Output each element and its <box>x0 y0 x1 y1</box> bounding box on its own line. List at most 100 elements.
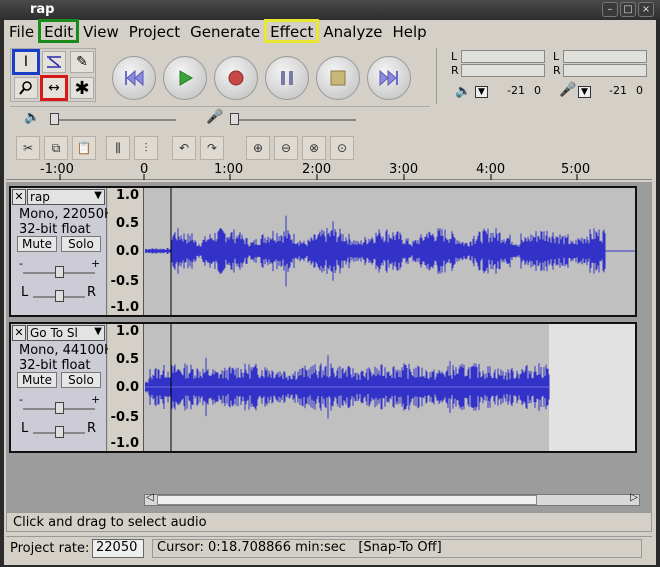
tools-toolbar: I ✎ ↔ ✱ <box>10 48 96 102</box>
horizontal-scrollbar[interactable]: ◁ ▷ <box>144 492 640 506</box>
pan-slider-thumb[interactable] <box>55 290 64 302</box>
selection-tool-icon[interactable]: I <box>12 49 40 75</box>
envelope-tool-icon[interactable] <box>42 51 66 73</box>
input-volume-thumb[interactable] <box>230 113 239 125</box>
selection-bar: Project rate: 22050 Cursor: 0:18.708866 … <box>6 536 652 560</box>
track-name-dropdown[interactable]: rap ▼ <box>27 189 105 205</box>
play-icon <box>179 70 193 86</box>
menu-project[interactable]: Project <box>124 20 185 42</box>
skip-to-end-button[interactable] <box>367 56 411 100</box>
mute-button[interactable]: Mute <box>17 372 57 388</box>
zoom-tool-icon[interactable] <box>14 77 38 99</box>
status-hint: Click and drag to select audio <box>6 512 652 532</box>
track-rate: Mono, 44100Hz <box>19 343 121 358</box>
output-volume-thumb[interactable] <box>50 113 59 125</box>
copy-icon[interactable]: ⧉ <box>44 136 68 160</box>
silence-icon[interactable]: ⫶ <box>134 136 158 160</box>
record-icon <box>228 70 244 86</box>
menu-analyze[interactable]: Analyze <box>318 20 387 42</box>
track-control-panel: ✕ rap ▼ Mono, 22050Hz 32-bit float Mute S… <box>11 188 121 315</box>
rec-meter-L: L <box>553 50 560 63</box>
output-volume-slider[interactable] <box>52 119 176 121</box>
play-meter-right-bar <box>461 64 545 77</box>
menu-help[interactable]: Help <box>387 20 431 42</box>
draw-tool-icon[interactable]: ✎ <box>70 51 94 73</box>
menu-edit[interactable]: Edit <box>38 19 80 43</box>
scroll-left-icon[interactable]: ◁ <box>146 492 154 503</box>
skip-to-start-button[interactable] <box>112 56 156 100</box>
menu-effect[interactable]: Effect <box>264 19 320 43</box>
play-button[interactable] <box>163 56 207 100</box>
vertical-ruler: 1.0 0.5 0.0 -0.5 -1.0 <box>108 188 144 315</box>
menu-view[interactable]: View <box>78 20 124 42</box>
trim-icon[interactable]: ⫼ <box>106 136 130 160</box>
menu-generate[interactable]: Generate <box>185 20 265 42</box>
fit-project-icon[interactable]: ⊙ <box>330 136 354 160</box>
solo-button[interactable]: Solo <box>61 236 101 252</box>
scale-label: 1.0 <box>115 324 139 339</box>
zoom-out-icon[interactable]: ⊖ <box>274 136 298 160</box>
input-volume-slider[interactable] <box>232 119 356 121</box>
cut-icon[interactable]: ✂ <box>16 136 40 160</box>
gain-slider-thumb[interactable] <box>55 402 64 414</box>
zoom-in-icon[interactable]: ⊕ <box>246 136 270 160</box>
edit-toolbar: ✂ ⧉ 📋 ⫼ ⫶ ↶ ↷ ⊕ ⊖ ⊗ ⊙ <box>14 134 364 162</box>
project-rate-field[interactable]: 22050 <box>92 539 144 558</box>
maximize-button[interactable]: □ <box>620 2 636 17</box>
output-volume-icon: 🔈 <box>24 110 41 125</box>
menu-file[interactable]: File <box>4 20 39 42</box>
waveform-1-path <box>145 215 606 287</box>
meter-toolbar: L R 🔈 ▼ -21 0 L R 🎤 ▼ -21 0 <box>436 48 654 104</box>
undo-icon[interactable]: ↶ <box>172 136 196 160</box>
fit-selection-icon[interactable]: ⊗ <box>302 136 326 160</box>
cursor-position: Cursor: 0:18.708866 min:sec <box>157 540 346 555</box>
track-format: 32-bit float <box>19 222 91 237</box>
waveform-area[interactable] <box>145 324 635 451</box>
rec-meter-left-bar <box>563 50 647 63</box>
track-rap: ✕ rap ▼ Mono, 22050Hz 32-bit float Mute S… <box>9 186 637 317</box>
track-go-to-sl: ✕ Go To Sl ▼ Mono, 44100Hz 32-bit float M… <box>9 322 637 453</box>
gain-slider-thumb[interactable] <box>55 266 64 278</box>
play-meter-zero: 0 <box>534 84 541 97</box>
paste-icon[interactable]: 📋 <box>72 136 96 160</box>
scale-label: -0.5 <box>110 410 139 425</box>
pan-slider-thumb[interactable] <box>55 426 64 438</box>
rec-meter-dropdown-icon[interactable]: ▼ <box>578 86 591 98</box>
pause-icon <box>281 71 293 85</box>
track-close-button[interactable]: ✕ <box>12 189 26 205</box>
scrollbar-thumb[interactable] <box>157 495 537 505</box>
dropdown-arrow-icon: ▼ <box>94 326 102 337</box>
play-meter-dropdown-icon[interactable]: ▼ <box>475 86 488 98</box>
rec-meter-db: -21 <box>609 84 627 97</box>
scale-label: 0.5 <box>115 216 139 231</box>
scale-label: 0.0 <box>115 244 139 259</box>
minimize-button[interactable]: – <box>602 2 618 17</box>
scroll-right-icon[interactable]: ▷ <box>630 492 638 503</box>
snap-to-status: [Snap-To Off] <box>358 540 442 555</box>
waveform-track-1[interactable] <box>145 188 635 315</box>
stop-button[interactable] <box>316 56 360 100</box>
record-button[interactable] <box>214 56 258 100</box>
timeline-ruler[interactable]: -1:00 0 1:00 2:00 3:00 4:00 5:00 <box>6 162 652 180</box>
speaker-icon[interactable]: 🔈 <box>455 84 471 99</box>
waveform-track-2[interactable] <box>145 324 635 451</box>
multi-tool-icon[interactable]: ✱ <box>70 77 94 99</box>
close-button[interactable]: × <box>638 2 654 17</box>
scale-label: 0.5 <box>115 352 139 367</box>
pause-button[interactable] <box>265 56 309 100</box>
waveform-area[interactable] <box>145 188 635 315</box>
pan-right-label: R <box>87 421 97 436</box>
microphone-icon[interactable]: 🎤 <box>559 82 576 98</box>
redo-icon[interactable]: ↷ <box>200 136 224 160</box>
solo-button[interactable]: Solo <box>61 372 101 388</box>
track-control-panel: ✕ Go To Sl ▼ Mono, 44100Hz 32-bit float M… <box>11 324 121 451</box>
track-name-dropdown[interactable]: Go To Sl ▼ <box>27 325 105 341</box>
track-rate: Mono, 22050Hz <box>19 207 121 222</box>
track-close-button[interactable]: ✕ <box>12 325 26 341</box>
mute-button[interactable]: Mute <box>17 236 57 252</box>
pan-left-label: L <box>21 421 29 436</box>
mixer-toolbar: 🔈 🎤 <box>10 106 430 130</box>
ruler-ticks <box>59 174 578 180</box>
gain-minus-label: - <box>19 393 23 406</box>
time-shift-tool-icon[interactable]: ↔ <box>40 75 68 101</box>
